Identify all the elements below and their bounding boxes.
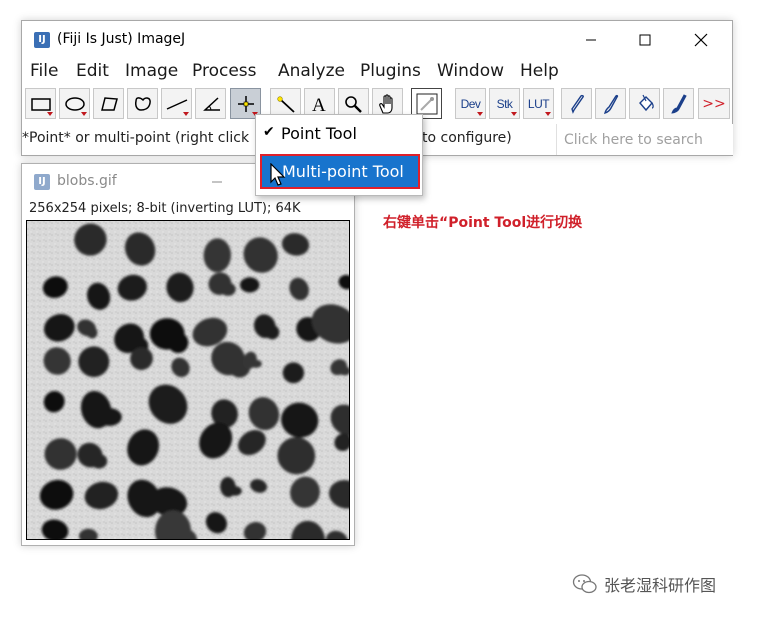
popup-item-point-tool[interactable]: ✔ Point Tool	[256, 119, 422, 151]
oval-icon	[64, 96, 85, 111]
pencil-icon	[570, 94, 584, 114]
blob	[97, 408, 122, 426]
maximize-icon	[639, 34, 651, 46]
tool-menu-indicator	[511, 112, 517, 116]
watermark-text: 张老湿科研作图	[604, 576, 717, 595]
brush-icon	[603, 94, 618, 114]
blob	[250, 359, 262, 368]
annotation-text: 右键单击“Point Tool进行切换	[383, 215, 583, 231]
menu-image[interactable]: Image	[125, 61, 178, 81]
blob	[339, 366, 349, 376]
rectangle-icon	[30, 97, 51, 111]
blob	[87, 326, 98, 339]
search-input[interactable]	[557, 124, 733, 155]
lut-label: LUT	[527, 96, 550, 111]
tool-menu-indicator	[81, 112, 87, 116]
blob	[228, 486, 242, 496]
menu-plugins[interactable]: Plugins	[360, 61, 421, 81]
more-tools-button[interactable]: >>	[698, 88, 730, 119]
more-tools-label: >>	[702, 95, 726, 112]
close-icon	[694, 33, 708, 47]
polygon-tool[interactable]	[93, 88, 124, 119]
status-text-tail: to configure)	[422, 130, 512, 146]
tool-menu-indicator	[183, 112, 189, 116]
menu-file[interactable]: File	[30, 61, 58, 81]
mouse-cursor-icon	[270, 163, 286, 186]
paintbrush-icon	[670, 93, 687, 114]
minimize-icon	[212, 181, 222, 183]
blob	[167, 332, 189, 353]
menu-edit[interactable]: Edit	[76, 61, 109, 81]
watermark: 张老湿科研作图	[572, 572, 716, 596]
line-tool[interactable]	[161, 88, 192, 119]
title-bar[interactable]: IJ (Fiji Is Just) ImageJ	[22, 21, 732, 59]
image-minimize-button[interactable]	[202, 168, 232, 196]
freehand-tool[interactable]	[127, 88, 158, 119]
chat-bubbles-icon	[572, 574, 597, 594]
angle-tool[interactable]	[195, 88, 226, 119]
image-window-title: blobs.gif	[57, 173, 117, 189]
popup-item-label: Multi-point Tool	[282, 162, 404, 181]
blob	[265, 325, 280, 340]
crosshair-icon	[237, 95, 254, 112]
popup-item-label: Point Tool	[281, 124, 357, 143]
text-icon: A	[312, 95, 326, 114]
search-box[interactable]	[556, 124, 733, 155]
tool-menu-indicator	[47, 112, 53, 116]
menu-bar: File Edit Image Process Analyze Plugins …	[22, 60, 732, 84]
flood-fill-tool[interactable]	[629, 88, 660, 119]
bucket-icon	[638, 94, 654, 111]
close-button[interactable]	[678, 25, 724, 55]
maximize-button[interactable]	[622, 25, 668, 55]
wand-icon	[276, 95, 295, 113]
fiji-app-icon: IJ	[34, 174, 50, 190]
image-info: 256x254 pixels; 8-bit (inverting LUT); 6…	[29, 201, 301, 216]
dev-label: Dev	[460, 96, 481, 111]
brush-tool[interactable]	[595, 88, 626, 119]
tool-menu-indicator	[545, 112, 551, 116]
status-text: *Point* or multi-point (right click	[22, 130, 250, 146]
menu-help[interactable]: Help	[520, 61, 559, 81]
menu-analyze[interactable]: Analyze	[278, 61, 345, 81]
polygon-icon	[100, 96, 118, 111]
stk-tool[interactable]: Stk	[489, 88, 520, 119]
line-icon	[166, 98, 187, 110]
minimize-button[interactable]	[568, 25, 614, 55]
paintbrush-tool[interactable]	[663, 88, 694, 119]
stk-label: Stk	[496, 96, 513, 111]
angle-icon	[202, 96, 220, 111]
lut-tool[interactable]: LUT	[523, 88, 554, 119]
image-canvas[interactable]	[26, 220, 350, 540]
magnifier-icon	[344, 95, 362, 113]
minimize-icon	[586, 39, 596, 41]
menu-window[interactable]: Window	[437, 61, 504, 81]
hand-icon	[378, 93, 393, 114]
window-title: (Fiji Is Just) ImageJ	[57, 31, 186, 47]
checkmark-icon: ✔	[263, 124, 275, 140]
pencil-tool[interactable]	[561, 88, 592, 119]
dropper-icon	[416, 93, 437, 114]
blobs-image	[27, 221, 349, 539]
freehand-icon	[134, 96, 151, 111]
blob	[220, 282, 236, 296]
tool-menu-indicator	[477, 112, 483, 116]
menu-process[interactable]: Process	[192, 61, 257, 81]
svg-text:A: A	[312, 95, 326, 114]
fiji-app-icon: IJ	[34, 32, 50, 48]
image-window: IJ blobs.gif 256x254 pixels; 8-bit (inve…	[21, 163, 355, 546]
oval-tool[interactable]	[59, 88, 90, 119]
rectangle-tool[interactable]	[25, 88, 56, 119]
blob	[90, 453, 108, 469]
dev-tool[interactable]: Dev	[455, 88, 486, 119]
